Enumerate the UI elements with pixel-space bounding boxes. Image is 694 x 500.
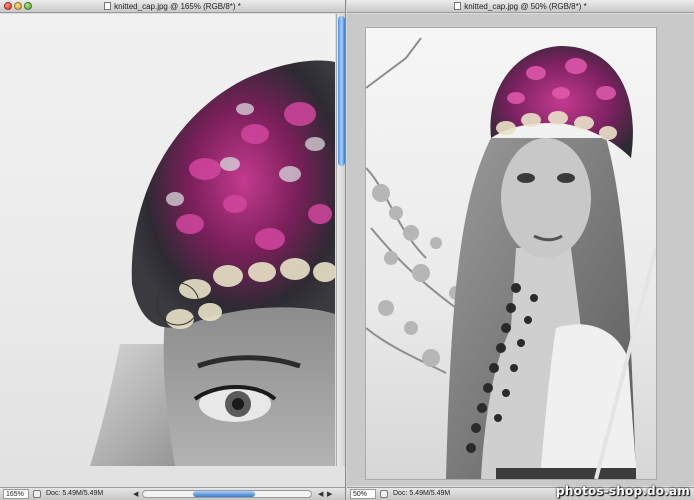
portrait-illustration [366, 37, 656, 479]
knitted-cap [131, 60, 335, 328]
right-eye [557, 173, 575, 183]
document-window-zoomed[interactable]: knitted_cap.jpg @ 165% (RGB/8*) * 165% D… [0, 0, 346, 500]
full-photo [366, 28, 656, 479]
maximize-icon[interactable] [24, 2, 32, 10]
zoom-field[interactable]: 165% [3, 489, 29, 499]
status-bar: 165% Doc: 5.49M/5.49M ◀ ◀ ▶ [0, 487, 345, 500]
scroll-arrow-right-icon[interactable]: ▶ [327, 489, 332, 500]
pupil-shape [232, 398, 244, 410]
horizontal-scrollbar[interactable] [142, 490, 312, 498]
zoomed-photo [90, 60, 335, 466]
scroll-left-icon[interactable]: ◀ [133, 489, 138, 500]
image-canvas[interactable] [0, 14, 335, 466]
doc-size-info: Doc: 5.49M/5.49M [46, 490, 104, 497]
doc-size-info: Doc: 5.49M/5.49M [393, 490, 451, 497]
watermark-text: photos-shop.do.am [556, 484, 690, 498]
zoom-field[interactable]: 50% [350, 489, 376, 499]
left-eye [517, 173, 535, 183]
window-titlebar[interactable]: knitted_cap.jpg @ 165% (RGB/8*) * [0, 0, 345, 13]
window-titlebar[interactable]: knitted_cap.jpg @ 50% (RGB/8*) * [347, 0, 694, 13]
minimize-icon[interactable] [14, 2, 22, 10]
canvas-gutter [0, 466, 345, 487]
window-title: knitted_cap.jpg @ 165% (RGB/8*) * [114, 2, 241, 11]
vertical-scrollbar[interactable] [336, 14, 345, 466]
close-icon[interactable] [4, 2, 12, 10]
document-icon [454, 2, 462, 10]
window-title: knitted_cap.jpg @ 50% (RGB/8*) * [464, 2, 587, 11]
vertical-scroll-thumb[interactable] [338, 16, 345, 166]
image-canvas[interactable] [347, 14, 694, 486]
belt [496, 468, 636, 479]
scroll-arrow-left-icon[interactable]: ◀ [318, 489, 323, 500]
status-menu-icon[interactable] [33, 490, 41, 498]
horizontal-scroll-thumb[interactable] [193, 491, 255, 497]
status-menu-icon[interactable] [380, 490, 388, 498]
photoshop-workspace: knitted_cap.jpg @ 165% (RGB/8*) * 165% D… [0, 0, 694, 500]
document-icon [104, 2, 112, 10]
document-window-fit[interactable]: knitted_cap.jpg @ 50% (RGB/8*) * 50% Doc… [347, 0, 694, 500]
